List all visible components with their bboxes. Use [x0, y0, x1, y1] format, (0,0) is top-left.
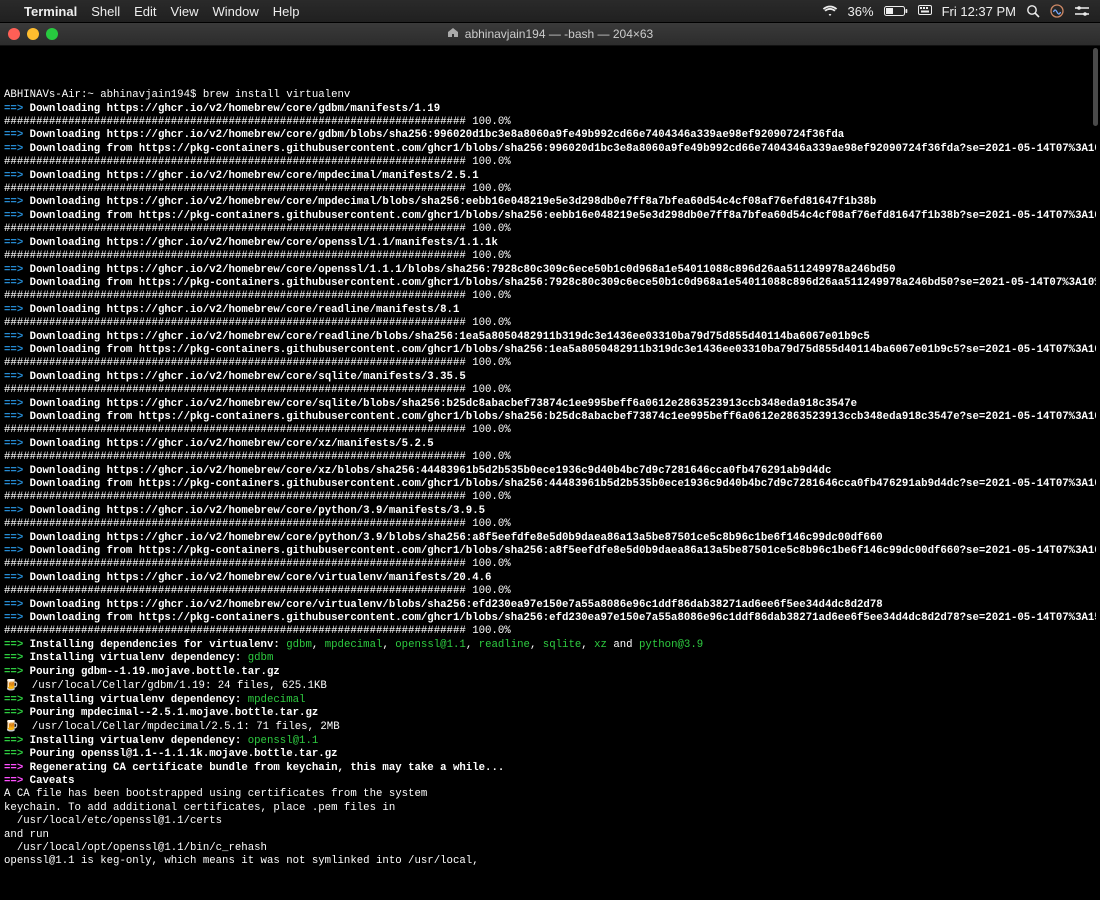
- battery-icon[interactable]: [884, 5, 908, 17]
- menu-window[interactable]: Window: [213, 4, 259, 19]
- control-center-icon[interactable]: [1074, 5, 1090, 17]
- terminal-line: /usr/local/etc/openssl@1.1/certs: [4, 815, 1096, 828]
- terminal-line: ==> Downloading https://ghcr.io/v2/homeb…: [4, 398, 1096, 411]
- terminal-line: ########################################…: [4, 424, 1096, 437]
- siri-icon[interactable]: [1050, 4, 1064, 18]
- terminal-line: ########################################…: [4, 491, 1096, 504]
- terminal-line: ==> Caveats: [4, 775, 1096, 788]
- battery-percent: 36%: [848, 4, 874, 19]
- terminal-line: ==> Downloading https://ghcr.io/v2/homeb…: [4, 532, 1096, 545]
- terminal-line: ########################################…: [4, 156, 1096, 169]
- terminal-line: ########################################…: [4, 250, 1096, 263]
- terminal-line: 🍺 /usr/local/Cellar/gdbm/1.19: 24 files,…: [4, 679, 1096, 693]
- input-source-icon[interactable]: [918, 5, 932, 17]
- terminal-line: ==> Downloading from https://pkg-contain…: [4, 545, 1096, 558]
- terminal-line: ==> Downloading from https://pkg-contain…: [4, 612, 1096, 625]
- terminal-line: ==> Downloading from https://pkg-contain…: [4, 478, 1096, 491]
- terminal-line: ==> Downloading https://ghcr.io/v2/homeb…: [4, 505, 1096, 518]
- terminal-line: ==> Downloading https://ghcr.io/v2/homeb…: [4, 465, 1096, 478]
- terminal-line: ########################################…: [4, 558, 1096, 571]
- window-controls: [8, 28, 58, 40]
- terminal-line: ==> Downloading https://ghcr.io/v2/homeb…: [4, 170, 1096, 183]
- terminal-line: ==> Regenerating CA certificate bundle f…: [4, 762, 1096, 775]
- terminal-line: ==> Downloading https://ghcr.io/v2/homeb…: [4, 371, 1096, 384]
- terminal-line: ########################################…: [4, 357, 1096, 370]
- terminal-line: A CA file has been bootstrapped using ce…: [4, 788, 1096, 801]
- terminal-line: ==> Downloading from https://pkg-contain…: [4, 143, 1096, 156]
- menu-help[interactable]: Help: [273, 4, 300, 19]
- terminal-line: ########################################…: [4, 183, 1096, 196]
- terminal-line: keychain. To add additional certificates…: [4, 802, 1096, 815]
- menu-view[interactable]: View: [171, 4, 199, 19]
- close-window-button[interactable]: [8, 28, 20, 40]
- terminal-output[interactable]: ABHINAVs-Air:~ abhinavjain194$ brew inst…: [0, 46, 1100, 900]
- terminal-line: ==> Installing virtualenv dependency: gd…: [4, 652, 1096, 665]
- terminal-line: ########################################…: [4, 384, 1096, 397]
- terminal-line: ==> Downloading https://ghcr.io/v2/homeb…: [4, 237, 1096, 250]
- terminal-line: ########################################…: [4, 223, 1096, 236]
- terminal-line: ==> Downloading https://ghcr.io/v2/homeb…: [4, 331, 1096, 344]
- terminal-line: ABHINAVs-Air:~ abhinavjain194$ brew inst…: [4, 89, 1096, 102]
- terminal-line: ==> Installing dependencies for virtuale…: [4, 639, 1096, 652]
- terminal-line: ==> Downloading from https://pkg-contain…: [4, 277, 1096, 290]
- terminal-line: openssl@1.1 is keg-only, which means it …: [4, 855, 1096, 868]
- clock[interactable]: Fri 12:37 PM: [942, 4, 1016, 19]
- terminal-line: ==> Downloading https://ghcr.io/v2/homeb…: [4, 599, 1096, 612]
- terminal-line: ==> Pouring openssl@1.1--1.1.1k.mojave.b…: [4, 748, 1096, 761]
- terminal-line: ########################################…: [4, 116, 1096, 129]
- terminal-line: ==> Downloading from https://pkg-contain…: [4, 411, 1096, 424]
- terminal-line: ==> Downloading from https://pkg-contain…: [4, 344, 1096, 357]
- terminal-line: ########################################…: [4, 317, 1096, 330]
- window-title: abhinavjain194 — -bash — 204×63: [465, 27, 653, 41]
- terminal-line: ==> Downloading https://ghcr.io/v2/homeb…: [4, 572, 1096, 585]
- wifi-icon[interactable]: [822, 5, 838, 17]
- macos-menubar: Terminal Shell Edit View Window Help 36%…: [0, 0, 1100, 23]
- minimize-window-button[interactable]: [27, 28, 39, 40]
- app-name[interactable]: Terminal: [24, 4, 77, 19]
- terminal-line: ########################################…: [4, 290, 1096, 303]
- terminal-line: ==> Downloading https://ghcr.io/v2/homeb…: [4, 103, 1096, 116]
- terminal-line: /usr/local/opt/openssl@1.1/bin/c_rehash: [4, 842, 1096, 855]
- terminal-line: ==> Pouring mpdecimal--2.5.1.mojave.bott…: [4, 707, 1096, 720]
- terminal-line: ########################################…: [4, 518, 1096, 531]
- terminal-line: ==> Downloading from https://pkg-contain…: [4, 210, 1096, 223]
- terminal-titlebar[interactable]: abhinavjain194 — -bash — 204×63: [0, 23, 1100, 46]
- terminal-line: ==> Downloading https://ghcr.io/v2/homeb…: [4, 304, 1096, 317]
- terminal-line: and run: [4, 829, 1096, 842]
- spotlight-icon[interactable]: [1026, 4, 1040, 18]
- scrollbar-thumb[interactable]: [1093, 48, 1098, 126]
- terminal-line: ==> Installing virtualenv dependency: op…: [4, 735, 1096, 748]
- terminal-line: 🍺 /usr/local/Cellar/mpdecimal/2.5.1: 71 …: [4, 720, 1096, 734]
- terminal-line: ########################################…: [4, 451, 1096, 464]
- zoom-window-button[interactable]: [46, 28, 58, 40]
- terminal-line: ==> Pouring gdbm--1.19.mojave.bottle.tar…: [4, 666, 1096, 679]
- terminal-line: ########################################…: [4, 585, 1096, 598]
- terminal-line: ########################################…: [4, 625, 1096, 638]
- terminal-line: ==> Downloading https://ghcr.io/v2/homeb…: [4, 196, 1096, 209]
- terminal-line: ==> Downloading https://ghcr.io/v2/homeb…: [4, 264, 1096, 277]
- menu-shell[interactable]: Shell: [91, 4, 120, 19]
- menu-edit[interactable]: Edit: [134, 4, 156, 19]
- home-folder-icon: [447, 27, 459, 41]
- terminal-line: ==> Downloading https://ghcr.io/v2/homeb…: [4, 438, 1096, 451]
- terminal-line: ==> Downloading https://ghcr.io/v2/homeb…: [4, 129, 1096, 142]
- terminal-line: ==> Installing virtualenv dependency: mp…: [4, 694, 1096, 707]
